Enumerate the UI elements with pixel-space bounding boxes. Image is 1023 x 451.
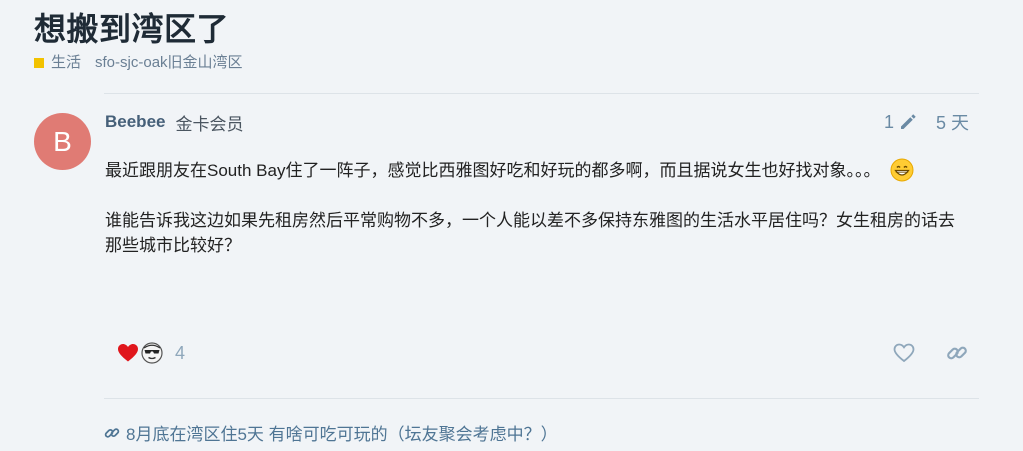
category-color-badge [34,58,44,68]
topic-title[interactable]: 想搬到湾区了 [34,8,983,50]
topic-breadcrumb: 生活 sfo-sjc-oak旧金山湾区 [34,52,983,74]
post-divider-top [104,93,979,94]
username-link[interactable]: Beebee [105,112,165,132]
share-link-button[interactable] [943,339,971,367]
post-meta: Beebee 金卡会员 1 5 天 [105,110,969,134]
avatar[interactable]: B [34,113,91,170]
linked-topic-title: 8月底在湾区住5天 有啥可吃可玩的（坛友聚会考虑中？） [126,425,558,444]
linked-topic[interactable]: 8月底在湾区住5天 有啥可吃可玩的（坛友聚会考虑中？） [104,420,558,445]
post-body: 最近跟朋友在South Bay住了一阵子，感觉比西雅图好吃和好玩的都多啊，而且据… [105,158,955,258]
post-divider-bottom [104,398,979,399]
category-link[interactable]: 生活 [51,52,81,74]
link-icon [947,346,967,360]
post-date[interactable]: 5 天 [936,109,969,135]
post-meta-right: 1 5 天 [884,109,969,135]
reactions-summary[interactable]: 4 [117,342,185,364]
grinning-face-emoji-icon [890,158,914,189]
post-paragraph-2: 谁能告诉我这边如果先租房然后平常购物不多，一个人能以差不多保持东雅图的生活水平居… [105,211,955,255]
edit-history-button[interactable]: 1 [884,112,918,133]
heart-icon [118,344,138,362]
link-icon [104,427,120,438]
post-paragraph-1: 最近跟朋友在South Bay住了一阵子，感觉比西雅图好吃和好玩的都多啊，而且据… [105,158,955,189]
post-paragraph-1-text: 最近跟朋友在South Bay住了一阵子，感觉比西雅图好吃和好玩的都多啊，而且据… [105,161,881,180]
sunglasses-face-icon [141,342,163,364]
edit-count: 1 [883,111,894,132]
reaction-count: 4 [175,342,186,363]
like-button[interactable] [890,339,918,367]
pencil-icon [900,114,916,129]
user-title: 金卡会员 [175,114,244,134]
avatar-letter: B [53,125,72,157]
post-actions: 4 [117,338,971,368]
topic-header: 想搬到湾区了 生活 sfo-sjc-oak旧金山湾区 [34,8,983,74]
heart-outline-icon [893,343,915,363]
post-action-buttons [865,339,971,367]
tag-link[interactable]: sfo-sjc-oak旧金山湾区 [95,52,243,74]
